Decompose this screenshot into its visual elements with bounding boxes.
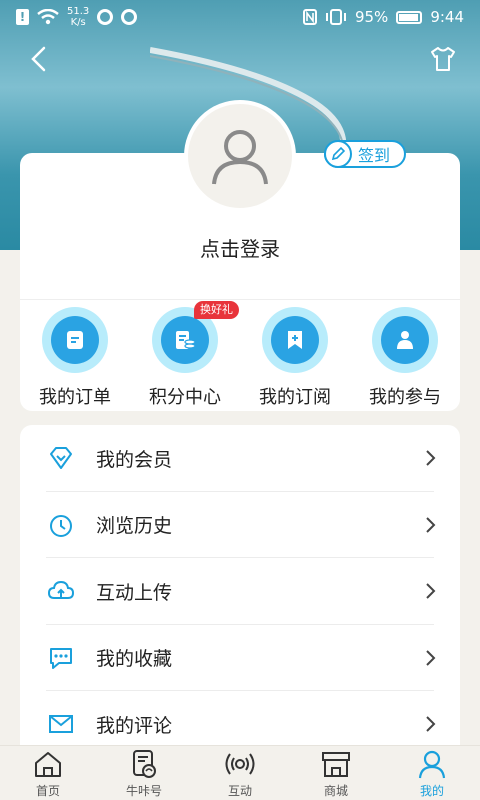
vibrate-icon: [325, 9, 346, 25]
pen-icon: [324, 140, 352, 168]
app-notification-icon: [121, 9, 138, 25]
tab-label: 牛咔号: [125, 784, 162, 798]
battery-icon: [396, 10, 423, 24]
quick-points-center[interactable]: 换好礼 积分中心: [130, 301, 240, 411]
menu-item-upload[interactable]: 互动上传: [20, 558, 460, 625]
store-icon: [319, 748, 353, 780]
divider: [20, 299, 460, 300]
mail-icon: [46, 709, 76, 739]
nfc-icon: [302, 9, 317, 25]
checkin-button[interactable]: 签到: [324, 140, 406, 168]
bookmark-plus-icon: [288, 331, 302, 349]
gift-badge: 换好礼: [194, 301, 239, 319]
tab-store[interactable]: 商城: [288, 746, 384, 800]
profile-icon: [415, 748, 449, 780]
chat-bubbles-icon: [46, 643, 76, 673]
cloud-upload-icon: [46, 576, 76, 606]
clock-icon: [46, 510, 76, 540]
points-icon: [176, 331, 196, 349]
avatar[interactable]: [184, 100, 296, 212]
status-bar: ! 51.3 K/s 95% 9:44: [0, 0, 480, 34]
person-icon: [397, 331, 413, 349]
network-speed: 51.3 K/s: [67, 6, 90, 28]
tab-label: 首页: [35, 784, 60, 798]
quick-label: 我的订阅: [259, 387, 331, 408]
battery-percent: 95%: [354, 8, 389, 26]
quick-my-participation[interactable]: 我的参与: [350, 307, 460, 411]
quick-my-orders[interactable]: 我的订单: [20, 307, 130, 411]
diamond-icon: [46, 443, 76, 473]
menu-item-history[interactable]: 浏览历史: [20, 492, 460, 558]
chevron-right-icon: [426, 583, 436, 599]
wifi-icon: [37, 9, 59, 25]
menu-list: 我的会员 浏览历史 互动上传 我的收藏 我的评论: [20, 425, 460, 745]
quick-label: 积分中心: [149, 387, 221, 408]
menu-item-membership[interactable]: 我的会员: [20, 425, 460, 492]
quick-label: 我的参与: [369, 387, 441, 408]
app-notification-icon: [97, 9, 114, 25]
tshirt-icon[interactable]: [428, 44, 458, 74]
quick-my-subscriptions[interactable]: 我的订阅: [240, 307, 350, 411]
alert-icon: !: [16, 9, 29, 25]
quick-actions: 我的订单 换好礼 积分中心 我的订阅 我的参与: [20, 301, 460, 411]
quick-label: 我的订单: [39, 387, 111, 408]
home-icon: [31, 748, 65, 780]
tab-mine[interactable]: 我的: [384, 746, 480, 800]
login-prompt[interactable]: 点击登录: [20, 233, 460, 262]
tab-label: 互动: [227, 784, 252, 798]
broadcast-icon: [223, 748, 257, 780]
tab-label: 商城: [323, 784, 348, 798]
tab-home[interactable]: 首页: [0, 746, 96, 800]
tab-media[interactable]: 牛咔号: [96, 746, 192, 800]
media-icon: [127, 748, 161, 780]
checkin-label: 签到: [358, 146, 391, 165]
chevron-right-icon: [426, 450, 436, 466]
menu-label: 浏览历史: [96, 515, 173, 538]
menu-item-favorites[interactable]: 我的收藏: [20, 625, 460, 691]
menu-label: 我的会员: [96, 448, 173, 471]
chevron-right-icon: [426, 716, 436, 732]
bottom-tab-bar: 首页 牛咔号 互动 商城 我的: [0, 745, 480, 800]
tab-interact[interactable]: 互动: [192, 746, 288, 800]
user-outline-icon: [212, 130, 268, 185]
chevron-right-icon: [426, 649, 436, 666]
clock-time: 9:44: [430, 8, 464, 26]
menu-label: 我的收藏: [96, 648, 173, 671]
menu-label: 互动上传: [96, 581, 173, 604]
order-doc-icon: [67, 331, 83, 349]
menu-label: 我的评论: [96, 714, 173, 737]
back-icon[interactable]: [24, 44, 54, 74]
menu-item-comments[interactable]: 我的评论: [20, 691, 460, 745]
chevron-right-icon: [426, 516, 436, 533]
tab-label: 我的: [419, 784, 444, 798]
